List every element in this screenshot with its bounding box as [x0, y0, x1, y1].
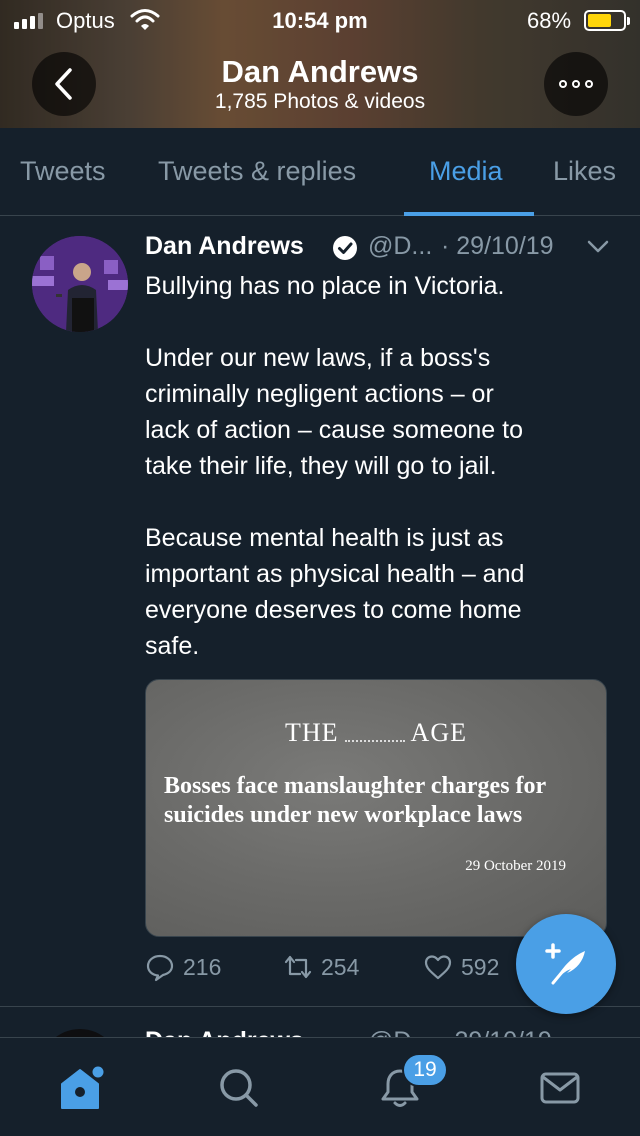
tweet-date[interactable]: · 29/10/19: [441, 232, 554, 261]
the-age-logo: THE AGE: [285, 718, 467, 747]
article-date: 29 October 2019: [465, 858, 566, 874]
next-tweet-partial[interactable]: Dan Andrews @D... · 29/10/19: [0, 1007, 640, 1037]
avatar[interactable]: [40, 1029, 120, 1037]
search-tab[interactable]: [209, 1058, 269, 1118]
retweet-icon: [284, 955, 312, 979]
like-count: 592: [461, 953, 500, 980]
tab-media[interactable]: Media: [429, 156, 503, 187]
reply-button[interactable]: 216: [145, 952, 221, 982]
tab-likes[interactable]: Likes: [553, 156, 616, 187]
tweet-line: [145, 484, 605, 520]
search-icon: [220, 1069, 258, 1107]
reply-count: 216: [183, 953, 222, 980]
media-count: 1,785 Photos & videos: [214, 90, 426, 113]
retweet-button[interactable]: 254: [283, 952, 359, 982]
crest-icon: [344, 728, 405, 743]
like-button[interactable]: 592: [423, 952, 499, 982]
tweet-line: safe.: [145, 632, 200, 660]
reply-icon: [146, 954, 174, 982]
tweet-header: Dan Andrews @D... · 29/10/19: [145, 232, 615, 266]
tweet-line: Because mental health is just as: [145, 524, 504, 552]
battery-percent: 68%: [527, 8, 572, 33]
messages-tab[interactable]: [530, 1058, 590, 1118]
tweet-author[interactable]: Dan Andrews: [145, 1027, 304, 1037]
heart-icon: [424, 955, 452, 980]
status-bar: Optus 10:54 pm 68%: [0, 0, 640, 40]
more-options-button[interactable]: [544, 52, 608, 116]
tweet-actions: 216 254 592: [145, 952, 565, 992]
active-tab-indicator: [404, 212, 534, 216]
more-options-icon: [559, 80, 593, 88]
tweet-text: Bullying has no place in Victoria. Under…: [145, 268, 605, 664]
tab-tweets-replies[interactable]: Tweets & replies: [158, 156, 356, 187]
tweet-author[interactable]: Dan Andrews: [145, 232, 304, 261]
tweet-media-image[interactable]: THE AGE Bosses face manslaughter charges …: [145, 679, 607, 937]
tweet-line: take their life, they will go to jail.: [145, 452, 497, 480]
tweet-handle[interactable]: @D... · 29/10/19: [368, 1027, 552, 1037]
verified-badge-icon: [333, 236, 357, 260]
tweet-line: lack of action – cause someone to: [145, 416, 524, 444]
avatar[interactable]: [32, 236, 128, 332]
bottom-tab-bar: [0, 1037, 640, 1136]
tweet-line: everyone deserves to come home: [145, 596, 522, 624]
tweet-handle[interactable]: @D...: [368, 232, 432, 261]
compose-tweet-button[interactable]: [516, 914, 616, 1014]
article-headline: Bosses face manslaughter charges for sui…: [164, 773, 546, 828]
chevron-down-icon[interactable]: [587, 240, 609, 254]
home-tab[interactable]: [50, 1058, 110, 1118]
battery-icon: [584, 10, 630, 31]
tab-tweets[interactable]: Tweets: [20, 156, 106, 187]
profile-tabs: Tweets Tweets & replies Media Likes: [0, 128, 640, 216]
notification-badge: 19: [402, 1053, 448, 1087]
tweet-line: important as physical health – and: [145, 560, 525, 588]
tweet-line: [145, 304, 605, 340]
home-icon: [61, 1066, 104, 1109]
tweet-line: criminally negligent actions – or: [145, 380, 494, 408]
tweet-line: Under our new laws, if a boss's: [145, 344, 491, 372]
messages-icon: [540, 1072, 580, 1104]
retweet-count: 254: [321, 953, 360, 980]
tweet-line: Bullying has no place in Victoria.: [145, 272, 505, 300]
compose-quill-icon: [545, 943, 585, 985]
